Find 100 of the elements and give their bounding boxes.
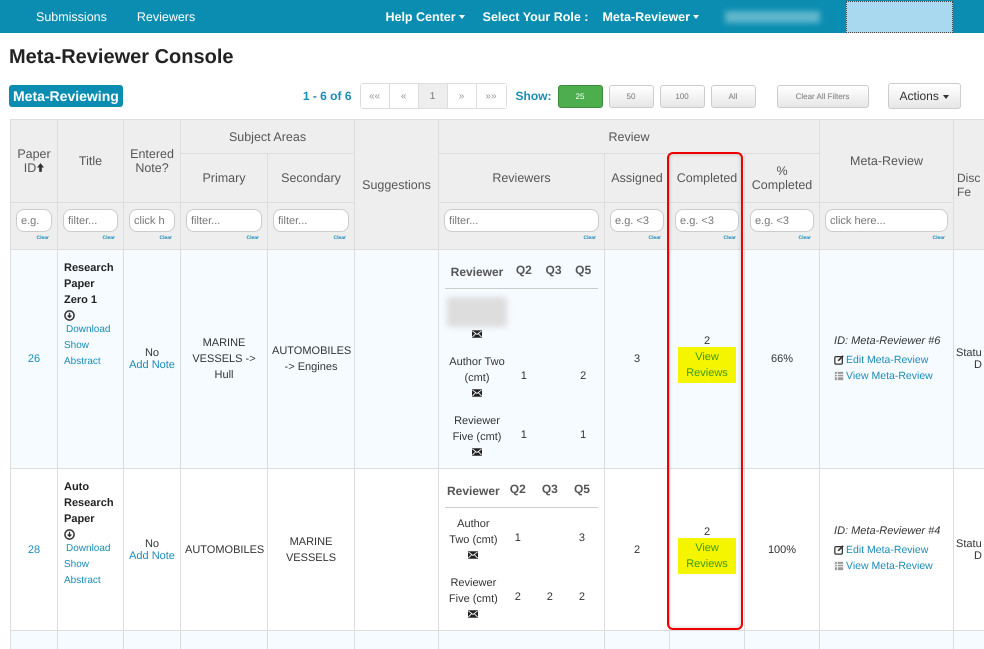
column-group-header: Review: [438, 120, 820, 154]
filter-field[interactable]: click here...: [825, 209, 948, 232]
envelope-icon[interactable]: [472, 448, 482, 456]
column-header[interactable]: Meta-Review: [820, 120, 954, 202]
table-cell: MARINE VESSELS -> Hull: [180, 250, 268, 468]
paper-title: Research Paper Zero 1: [64, 261, 115, 308]
column-header[interactable]: Paper ID: [10, 120, 58, 202]
reviewer-name: Author Two (cmt): [448, 355, 506, 386]
score: 1: [514, 532, 521, 544]
reviewer-table-header: Q3: [538, 256, 568, 288]
column-header[interactable]: Disc Fe: [954, 120, 984, 250]
filter-field[interactable]: filter...: [273, 209, 350, 232]
download-circle-icon: [64, 529, 75, 540]
table-cell-text: Statu: [956, 538, 983, 550]
caret-icon: [942, 94, 949, 99]
reviewer-table-header: Reviewer: [445, 475, 502, 508]
filter-field[interactable]: filter...: [63, 209, 118, 232]
sort-arrow-icon: [37, 163, 44, 172]
envelope-icon[interactable]: [472, 330, 482, 338]
table-icon: [834, 370, 844, 380]
nav-link[interactable]: Reviewers: [136, 10, 196, 24]
reviewer-table-header: Q3: [534, 475, 566, 508]
pagination-button[interactable]: 1: [418, 84, 448, 108]
show-abstract-link[interactable]: Show Abstract: [64, 338, 108, 370]
reviewer-table-header: Q5: [568, 256, 598, 288]
view-meta-review-link[interactable]: View Meta-Review: [846, 558, 933, 574]
actions-button[interactable]: Actions: [888, 83, 961, 109]
filter-field[interactable]: e.g. <3: [610, 209, 664, 232]
reviewer-name: Reviewer Five (cmt): [452, 414, 502, 445]
edit-meta-review-link[interactable]: Edit Meta-Review: [846, 542, 928, 558]
page-size-button[interactable]: 25: [558, 84, 602, 108]
view-meta-review-link[interactable]: View Meta-Review: [846, 368, 933, 384]
score: 1: [580, 428, 586, 440]
column-header[interactable]: Completed: [670, 154, 745, 202]
edit-meta-review-link[interactable]: Edit Meta-Review: [846, 352, 928, 368]
pagination-button[interactable]: ««: [360, 84, 390, 108]
table-cell: 3: [604, 250, 670, 468]
score: 3: [578, 532, 586, 544]
filter-field[interactable]: filter...: [186, 209, 262, 232]
download-link[interactable]: Download: [66, 543, 110, 554]
reviewer-table-header: Q2: [502, 475, 534, 508]
download-circle-icon: [64, 310, 75, 321]
page-size-button[interactable]: All: [710, 84, 756, 108]
section-label: Meta-Reviewing: [9, 85, 123, 107]
table-cell-text: D: [973, 359, 983, 371]
completed-count: 2: [702, 335, 712, 347]
page-size-button[interactable]: 100: [660, 84, 704, 108]
reviewer-name: Author Two (cmt): [448, 517, 498, 548]
add-note-link[interactable]: Add Note: [129, 359, 175, 371]
table-cell-text: Statu: [956, 347, 983, 359]
show-abstract-link[interactable]: Show Abstract: [64, 557, 108, 589]
filter-field[interactable]: filter...: [444, 209, 600, 232]
reviewer-table-header: Q5: [566, 475, 598, 508]
note-status: No: [144, 538, 160, 550]
reviewer-table-header: Q2: [509, 256, 539, 288]
nav-link[interactable]: Submissions: [36, 10, 107, 24]
meta-review-id: ID: Meta-Reviewer #4: [834, 525, 942, 537]
score: 2: [578, 590, 586, 602]
column-header[interactable]: Secondary: [268, 154, 355, 202]
score: 1: [520, 428, 527, 440]
paper-id-link[interactable]: 28: [28, 544, 40, 556]
envelope-icon[interactable]: [472, 389, 482, 397]
column-header[interactable]: Assigned: [604, 154, 670, 202]
filter-field[interactable]: e.g. <3: [675, 209, 740, 232]
filter-field[interactable]: click h: [129, 209, 175, 232]
edit-icon: [834, 354, 844, 364]
paper-id-link[interactable]: 26: [28, 353, 40, 365]
score: 1: [520, 370, 527, 382]
role-menu[interactable]: Meta-Reviewer: [602, 10, 699, 24]
column-header[interactable]: Reviewers: [438, 154, 605, 202]
column-header[interactable]: Title: [58, 120, 124, 202]
view-reviews-link[interactable]: View Reviews: [678, 347, 736, 383]
score: 2: [580, 370, 586, 382]
filter-field[interactable]: e.g. <3: [750, 209, 814, 232]
column-group-header: Subject Areas: [180, 120, 355, 154]
view-reviews-link[interactable]: View Reviews: [678, 538, 736, 574]
score: 2: [546, 590, 553, 602]
table-cell-text: D: [973, 550, 983, 562]
paper-title: Auto Research Paper: [64, 480, 115, 527]
column-header[interactable]: Primary: [180, 154, 268, 202]
filter-field[interactable]: e.g.: [16, 209, 52, 232]
add-note-link[interactable]: Add Note: [129, 550, 175, 562]
note-status: No: [144, 347, 160, 359]
pagination-summary: 1 - 6 of 6: [302, 89, 352, 103]
reviewer-table-header: Reviewer: [445, 256, 510, 288]
reviewer-name: Reviewer Five (cmt): [448, 576, 499, 607]
score: 2: [514, 590, 521, 602]
role-label: Select Your Role :: [482, 10, 588, 24]
column-header[interactable]: % Completed: [744, 154, 820, 202]
envelope-icon[interactable]: [468, 551, 478, 559]
download-link[interactable]: Download: [66, 324, 110, 335]
help-center-menu[interactable]: Help Center: [385, 10, 465, 24]
clear-filters-button[interactable]: Clear All Filters: [776, 84, 868, 108]
table-icon: [834, 561, 844, 571]
blurred-reviewer-name: [447, 297, 508, 327]
column-header[interactable]: Suggestions: [354, 120, 439, 250]
envelope-icon[interactable]: [468, 610, 478, 618]
column-header[interactable]: Entered Note?: [124, 120, 180, 202]
page-size-button[interactable]: 50: [608, 84, 654, 108]
meta-review-id: ID: Meta-Reviewer #6: [834, 334, 942, 346]
